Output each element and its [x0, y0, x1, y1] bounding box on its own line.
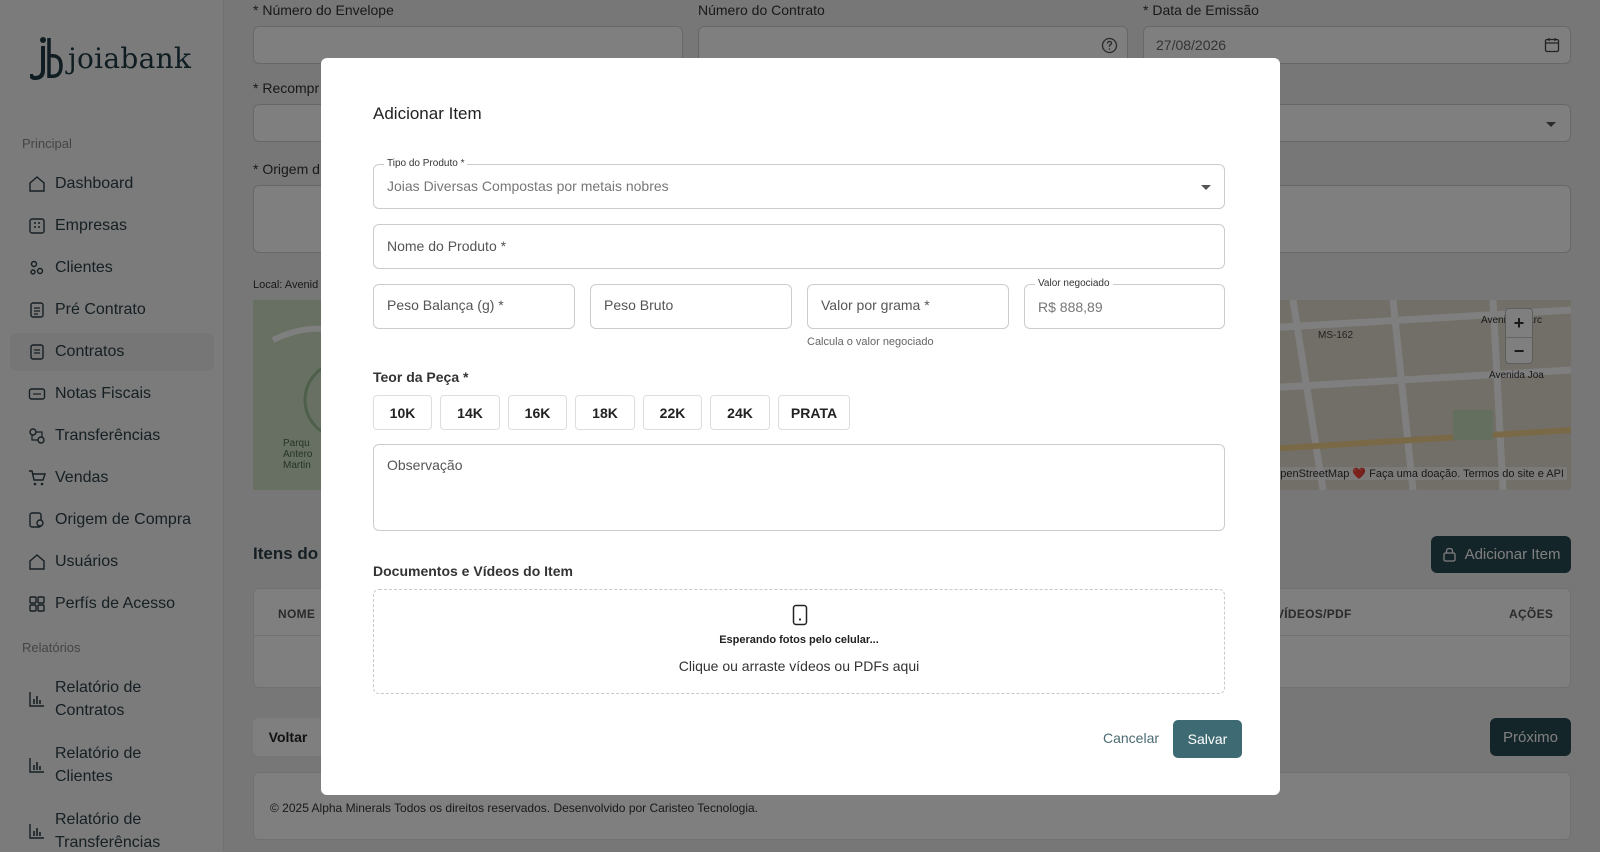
valor-negociado-label: Valor negociado: [1035, 278, 1113, 289]
teor-option-14k[interactable]: 14K: [440, 395, 500, 430]
save-button[interactable]: Salvar: [1173, 720, 1242, 758]
docs-title: Documentos e Vídeos do Item: [373, 563, 573, 579]
smartphone-icon: [792, 604, 808, 626]
product-name-placeholder: Nome do Produto *: [387, 238, 507, 254]
peso-balanca-input[interactable]: Peso Balança (g) *: [373, 284, 575, 329]
modal-title: Adicionar Item: [373, 104, 482, 123]
valor-grama-input[interactable]: Valor por grama *: [807, 284, 1009, 329]
product-type-value: Joias Diversas Compostas por metais nobr…: [387, 178, 669, 194]
upload-dropzone[interactable]: Esperando fotos pelo celular... Clique o…: [373, 589, 1225, 694]
observacao-placeholder: Observação: [387, 457, 463, 473]
teor-option-prata[interactable]: PRATA: [778, 395, 850, 430]
cancel-button[interactable]: Cancelar: [1103, 730, 1159, 746]
teor-option-22k[interactable]: 22K: [643, 395, 702, 430]
valor-negociado-value: R$ 888,89: [1038, 299, 1103, 315]
teor-label: Teor da Peça *: [373, 369, 469, 385]
peso-bruto-placeholder: Peso Bruto: [604, 297, 674, 313]
product-type-select[interactable]: Tipo do Produto * Joias Diversas Compost…: [373, 158, 1225, 209]
chevron-down-icon: [1201, 185, 1211, 190]
teor-option-24k[interactable]: 24K: [710, 395, 770, 430]
teor-option-18k[interactable]: 18K: [575, 395, 635, 430]
product-name-input[interactable]: Nome do Produto *: [373, 224, 1225, 269]
product-type-label: Tipo do Produto *: [384, 158, 468, 169]
observacao-textarea[interactable]: Observação: [373, 444, 1225, 531]
dropzone-instruction: Clique ou arraste vídeos ou PDFs aqui: [678, 658, 920, 674]
peso-bruto-input[interactable]: Peso Bruto: [590, 284, 792, 329]
valor-negociado-input[interactable]: Valor negociado R$ 888,89: [1024, 278, 1225, 329]
teor-option-16k[interactable]: 16K: [508, 395, 567, 430]
waiting-photos-text: Esperando fotos pelo celular...: [719, 634, 879, 646]
valor-grama-placeholder: Valor por grama *: [821, 297, 930, 313]
valor-grama-helper: Calcula o valor negociado: [807, 336, 934, 348]
teor-option-10k[interactable]: 10K: [373, 395, 432, 430]
add-item-modal: Adicionar Item Tipo do Produto * Joias D…: [321, 58, 1280, 795]
peso-balanca-placeholder: Peso Balança (g) *: [387, 297, 504, 313]
